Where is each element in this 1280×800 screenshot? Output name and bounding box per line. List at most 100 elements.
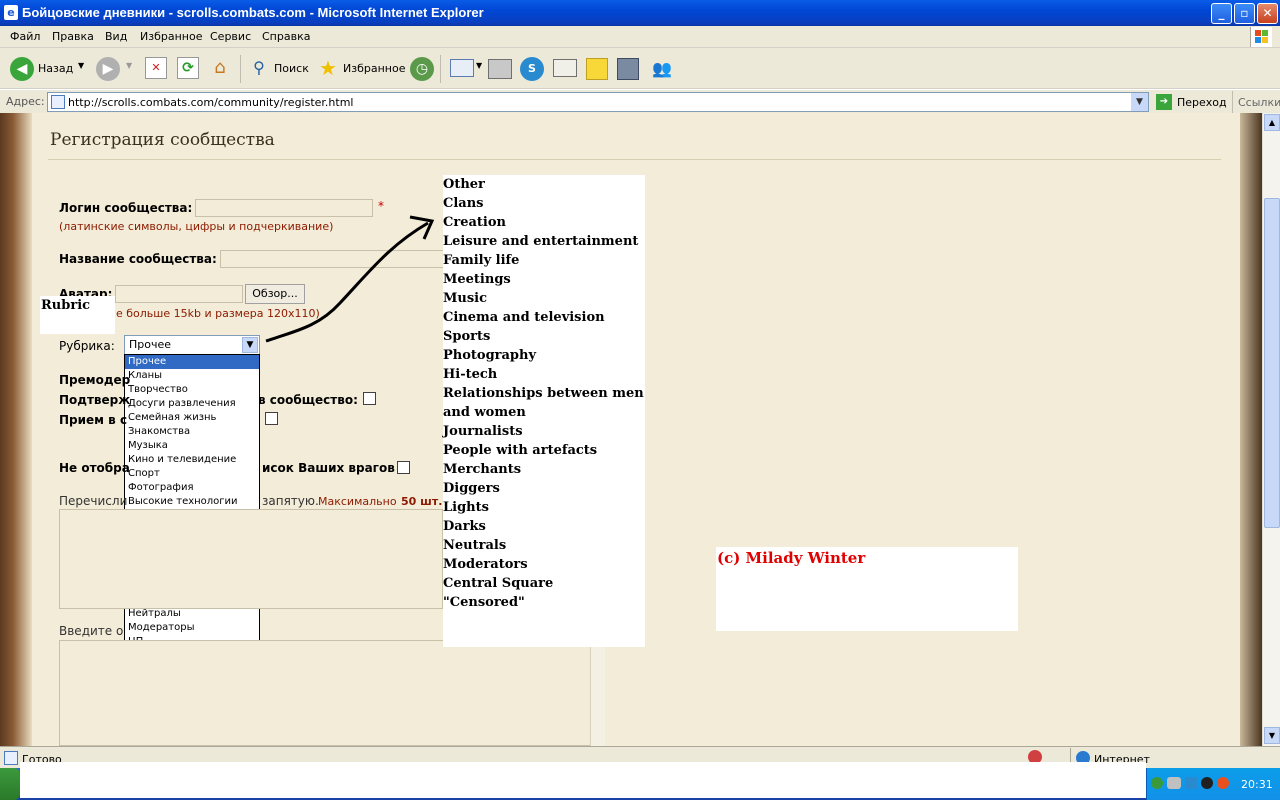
taskbar: 20:31 [0,762,1280,800]
rubric-caption-box: Rubric [40,296,115,334]
menu-edit[interactable]: Правка [52,30,94,43]
address-label: Адрес: [6,95,45,108]
select-arrow-icon[interactable]: ▼ [242,337,258,353]
translation-item: Other [443,177,485,192]
rubric-option[interactable]: Кланы [125,369,259,383]
translation-item: Photography [443,348,537,363]
mail-dropdown-icon[interactable]: ▼ [476,61,482,70]
rubric-option[interactable]: Нейтралы [125,607,259,621]
skype-icon[interactable]: S [520,57,544,81]
menu-file[interactable]: Файл [10,30,40,43]
back-button-label[interactable]: Назад [38,62,73,75]
stop-icon[interactable]: ✕ [145,57,167,79]
menu-bar: Файл Правка Вид Избранное Сервис Справка [0,26,1280,48]
messenger-icon[interactable]: 👥 [650,57,674,81]
clock: 20:31 [1241,778,1273,791]
scroll-up-icon[interactable]: ▲ [1264,114,1280,131]
rubric-option[interactable]: Знакомства [125,425,259,439]
back-dropdown-icon[interactable]: ▼ [78,61,84,70]
rubric-option[interactable]: Творчество [125,383,259,397]
menu-help[interactable]: Справка [262,30,310,43]
favorites-button-label[interactable]: Избранное [343,62,405,75]
rubric-select[interactable]: Прочее ▼ [124,335,260,355]
annotation-arrow [265,215,435,343]
address-bar: Адрес: http://scrolls.combats.com/commun… [0,89,1280,113]
favorites-star-icon[interactable]: ★ [316,56,340,80]
rubric-option[interactable]: Спорт [125,467,259,481]
tray-audio-icon[interactable] [1201,777,1213,789]
rubric-option[interactable]: Музыка [125,439,259,453]
hide-label: Не отобра [59,461,130,475]
right-border-decoration [1240,113,1262,746]
tray-skype-icon[interactable] [1185,777,1197,789]
tray-network-icon[interactable] [1167,777,1181,789]
search-icon[interactable]: ⚲ [248,57,270,79]
forward-dropdown-icon[interactable]: ▼ [126,61,132,70]
toolbar-separator [440,55,441,83]
vertical-scrollbar[interactable]: ▲ ▼ [1262,113,1280,746]
list-max: 50 шт. [401,495,443,508]
mail-icon[interactable] [450,59,474,77]
rubric-option[interactable]: Прочее [125,355,259,369]
confirm-label-tail: в сообщество: [258,393,358,407]
address-dropdown-icon[interactable]: ▼ [1131,93,1148,111]
address-url[interactable]: http://scrolls.combats.com/community/reg… [68,96,353,109]
go-button[interactable]: Переход [1177,96,1227,109]
history-icon[interactable]: ◷ [410,57,434,81]
search-button-label[interactable]: Поиск [274,62,309,75]
premoderation-label: Премодер [59,373,131,387]
accept-checkbox[interactable] [265,412,278,425]
rubric-option[interactable]: Досуги развлечения [125,397,259,411]
edit-icon[interactable] [553,59,577,77]
tray-user-icon[interactable] [1151,777,1163,789]
go-arrow-icon[interactable]: ➔ [1156,94,1172,110]
menu-favorites[interactable]: Избранное [140,30,202,43]
scroll-thumb[interactable] [1264,198,1280,528]
menu-view[interactable]: Вид [105,30,127,43]
rubric-option[interactable]: Фотография [125,481,259,495]
hide-checkbox[interactable] [397,461,410,474]
start-button[interactable] [0,768,20,800]
title-bar[interactable]: e Бойцовские дневники - scrolls.combats.… [0,0,1280,26]
rubric-option[interactable]: Высокие технологии [125,495,259,509]
status-page-icon [4,751,18,765]
translation-item: Creation [443,215,506,230]
window-title: Бойцовские дневники - scrolls.combats.co… [22,5,484,20]
rubric-option[interactable]: Кино и телевидение [125,453,259,467]
translation-item: Hi-tech [443,367,498,382]
hide-label-tail: исок Ваших врагов [262,461,395,475]
scroll-down-icon[interactable]: ▼ [1264,727,1280,744]
maximize-button[interactable]: ▫ [1234,3,1255,24]
close-button[interactable]: ✕ [1257,3,1278,24]
rubric-option[interactable]: Модераторы [125,621,259,635]
home-icon[interactable]: ⌂ [209,57,231,79]
confirm-checkbox[interactable] [363,392,376,405]
print-icon[interactable] [488,59,512,79]
windows-logo-icon [1250,27,1272,47]
back-arrow-icon[interactable]: ◀ [10,57,34,81]
description-textarea[interactable] [59,640,605,746]
address-field[interactable]: http://scrolls.combats.com/community/reg… [47,92,1149,112]
page-icon [51,95,65,109]
taskbar-mask [20,762,1146,798]
links-button[interactable]: Ссылки [1238,96,1280,109]
list-note: Максимально [318,495,397,508]
address-separator [1232,91,1233,113]
forward-arrow-icon[interactable]: ▶ [96,57,120,81]
list-label-tail: запятую. [262,494,319,508]
notes-icon[interactable] [586,58,608,80]
left-border-decoration [0,113,32,746]
rubric-label: Рубрика: [59,339,115,353]
refresh-icon[interactable]: ⟳ [177,57,199,79]
minimize-button[interactable]: _ [1211,3,1232,24]
rubric-option[interactable]: Семейная жизнь [125,411,259,425]
translation-item: Sports [443,329,491,344]
list-textarea[interactable] [59,509,443,609]
translation-item: Clans [443,196,484,211]
textarea-scrollbar[interactable] [590,641,605,746]
name-label: Название сообщества: [59,252,217,266]
research-icon[interactable] [617,58,639,80]
avatar-file-input[interactable] [115,285,243,303]
tray-wifi-icon[interactable] [1217,777,1229,789]
menu-tools[interactable]: Сервис [210,30,251,43]
